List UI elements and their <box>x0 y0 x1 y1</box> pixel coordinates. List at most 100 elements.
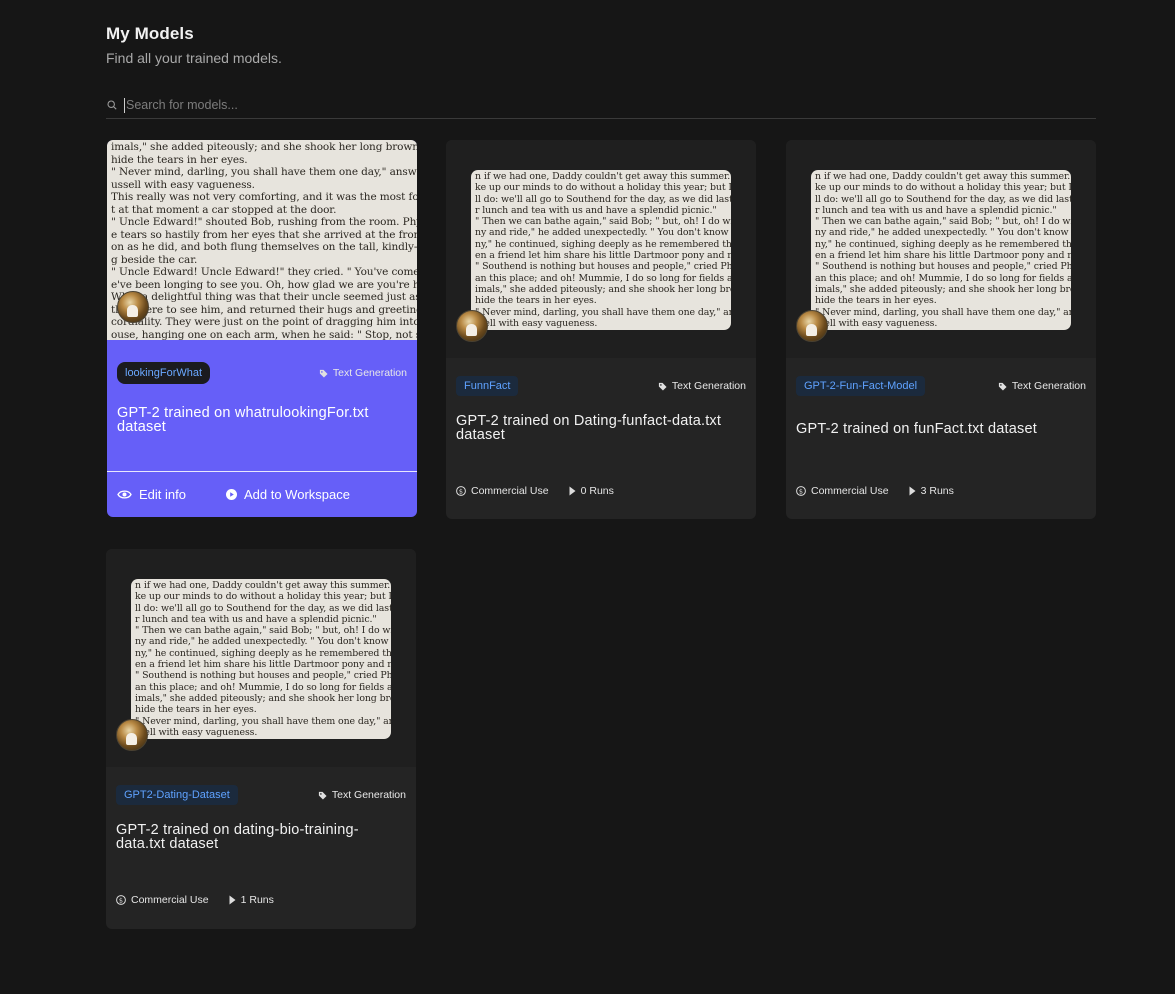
page-line: hide the tears in her eyes. <box>135 704 257 716</box>
tag-label: Text Generation <box>671 380 746 392</box>
page-line: really was not very comforting, and it w… <box>475 329 731 330</box>
page-line: " Then we can bathe again," said Bob; " … <box>815 216 1071 228</box>
tag-label: Text Generation <box>1011 380 1086 392</box>
page-line: " Never mind, darling, you shall have th… <box>475 306 731 318</box>
play-circle-icon <box>225 489 237 500</box>
model-title: GPT-2 trained on funFact.txt dataset <box>796 421 1037 437</box>
model-thumbnail: n if we had one, Daddy couldn't get away… <box>106 549 416 767</box>
category-tag: Text Generation <box>998 380 1086 392</box>
page-line: " Never mind, darling, you shall have th… <box>111 166 417 178</box>
model-name-pill[interactable]: GPT-2-Fun-Fact-Model <box>796 376 926 396</box>
edit-info-label: Edit info <box>139 487 186 502</box>
page-line: ll do: we'll all go to Southend for the … <box>815 193 1071 205</box>
category-tag: Text Generation <box>658 380 746 392</box>
category-tag: Text Generation <box>318 789 406 801</box>
tag-icon <box>658 382 667 391</box>
dollar-circle-icon: $ <box>116 895 126 905</box>
page-line: hide the tears in her eyes. <box>475 295 597 307</box>
model-card[interactable]: n if we had one, Daddy couldn't get away… <box>106 549 416 929</box>
model-title: GPT-2 trained on dating-bio-training-dat… <box>116 822 359 852</box>
tag-label: Text Generation <box>331 789 406 801</box>
page-line: ouse, hanging one on each arm, when he s… <box>111 328 417 341</box>
model-title: GPT-2 trained on Dating-funfact-data.txt… <box>456 413 722 443</box>
page-line: " Never mind, darling, you shall have th… <box>135 715 391 727</box>
search-icon <box>107 100 117 110</box>
page-line: e've been longing to see you. Oh, how gl… <box>111 278 417 291</box>
page-line: they were to see him, and returned their… <box>111 303 417 316</box>
add-to-workspace-label: Add to Workspace <box>243 487 350 502</box>
avatar <box>796 310 828 342</box>
page-line: really was not very comforting, and it w… <box>815 329 1071 330</box>
model-thumbnail: imals," she added piteously; and she sho… <box>107 140 417 340</box>
model-name-pill[interactable]: GPT2-Dating-Dataset <box>116 785 238 805</box>
page-line: imals," she added piteously; and she sho… <box>475 283 731 295</box>
model-name-pill[interactable]: FunnFact <box>456 376 519 396</box>
play-icon <box>569 486 576 496</box>
page-line: n if we had one, Daddy couldn't get away… <box>475 171 731 182</box>
search-input[interactable] <box>124 97 1096 113</box>
search-bar <box>106 92 1096 119</box>
page-line: hide the tears in her eyes. <box>111 153 248 166</box>
runs-info: 3 Runs <box>909 485 954 497</box>
page-title: My Models <box>106 24 194 43</box>
book-page-image: n if we had one, Daddy couldn't get away… <box>131 579 391 739</box>
license-label: Commercial Use <box>131 894 209 906</box>
book-page-image: n if we had one, Daddy couldn't get away… <box>811 170 1071 330</box>
model-card[interactable]: n if we had one, Daddy couldn't get away… <box>786 140 1096 519</box>
model-name-pill[interactable]: lookingForWhat <box>117 362 211 384</box>
page-line: hide the tears in her eyes. <box>815 295 937 307</box>
avatar <box>456 310 488 342</box>
page-line: en a friend let him share his little Dar… <box>815 250 1071 262</box>
page-line: What a delightful thing was that their u… <box>111 291 417 303</box>
license-label: Commercial Use <box>811 485 889 497</box>
runs-info: 1 Runs <box>229 894 274 906</box>
page-line: ny," he continued, sighing deeply as he … <box>135 647 391 659</box>
page-header: My Models Find all your trained models. <box>106 24 282 66</box>
add-to-workspace-button[interactable]: Add to Workspace <box>225 487 350 502</box>
page-line: cordiality. They were just on the point … <box>111 316 417 328</box>
page-line: ke up our minds to do without a holiday … <box>815 182 1071 194</box>
edit-info-button[interactable]: Edit info <box>117 487 186 502</box>
license-info: $ Commercial Use <box>456 485 549 497</box>
model-card[interactable]: n if we had one, Daddy couldn't get away… <box>446 140 756 519</box>
runs-label: 0 Runs <box>580 485 614 497</box>
page-line: " Southend is nothing but houses and peo… <box>815 261 1071 273</box>
page-line: g beside the car. <box>111 253 198 266</box>
runs-info: 0 Runs <box>569 485 614 497</box>
page-line: ke up our minds to do without a holiday … <box>475 182 731 194</box>
page-line: ny and ride," he added unexpectedly. " Y… <box>815 227 1071 239</box>
page-line: This really was not very comforting, and… <box>111 191 417 203</box>
eye-icon <box>117 490 132 499</box>
runs-label: 3 Runs <box>920 485 954 497</box>
page-line: ssell with easy vagueness. <box>815 317 938 329</box>
page-line: t at that moment a car stopped at the do… <box>111 203 337 216</box>
svg-text:$: $ <box>119 896 123 904</box>
svg-text:$: $ <box>459 487 463 495</box>
page-line: an this place; and oh! Mummie, I do so l… <box>815 272 1071 284</box>
runs-label: 1 Runs <box>240 894 274 906</box>
page-line: r lunch and tea with us and have a splen… <box>475 204 717 216</box>
avatar <box>117 291 149 323</box>
play-icon <box>229 895 236 905</box>
license-info: $ Commercial Use <box>116 894 209 906</box>
page-line: n if we had one, Daddy couldn't get away… <box>135 580 391 591</box>
dollar-circle-icon: $ <box>456 486 466 496</box>
page-line: ssell with easy vagueness. <box>475 317 598 329</box>
page-line: ssell with easy vagueness. <box>135 726 258 738</box>
model-title: GPT-2 trained on whatrulookingFor.txt da… <box>117 405 369 435</box>
page-line: imals," she added piteously; and she sho… <box>815 283 1071 295</box>
tag-label: Text Generation <box>332 367 407 379</box>
page-line: en a friend let him share his little Dar… <box>135 659 391 671</box>
model-card[interactable]: imals," she added piteously; and she sho… <box>107 140 417 517</box>
model-thumbnail: n if we had one, Daddy couldn't get away… <box>446 140 756 358</box>
page-line: ny," he continued, sighing deeply as he … <box>475 238 731 250</box>
page-line: ny and ride," he added unexpectedly. " Y… <box>475 227 731 239</box>
page-subtitle: Find all your trained models. <box>106 50 282 66</box>
page-line: an this place; and oh! Mummie, I do so l… <box>135 681 391 693</box>
page-line: " Uncle Edward!" shouted Bob, rushing fr… <box>111 216 417 228</box>
divider <box>107 471 417 472</box>
page-line: " Southend is nothing but houses and peo… <box>475 261 731 273</box>
page-line: " Then we can bathe again," said Bob; " … <box>135 625 391 637</box>
book-page-image: n if we had one, Daddy couldn't get away… <box>471 170 731 330</box>
page-line: ke up our minds to do without a holiday … <box>135 591 391 603</box>
